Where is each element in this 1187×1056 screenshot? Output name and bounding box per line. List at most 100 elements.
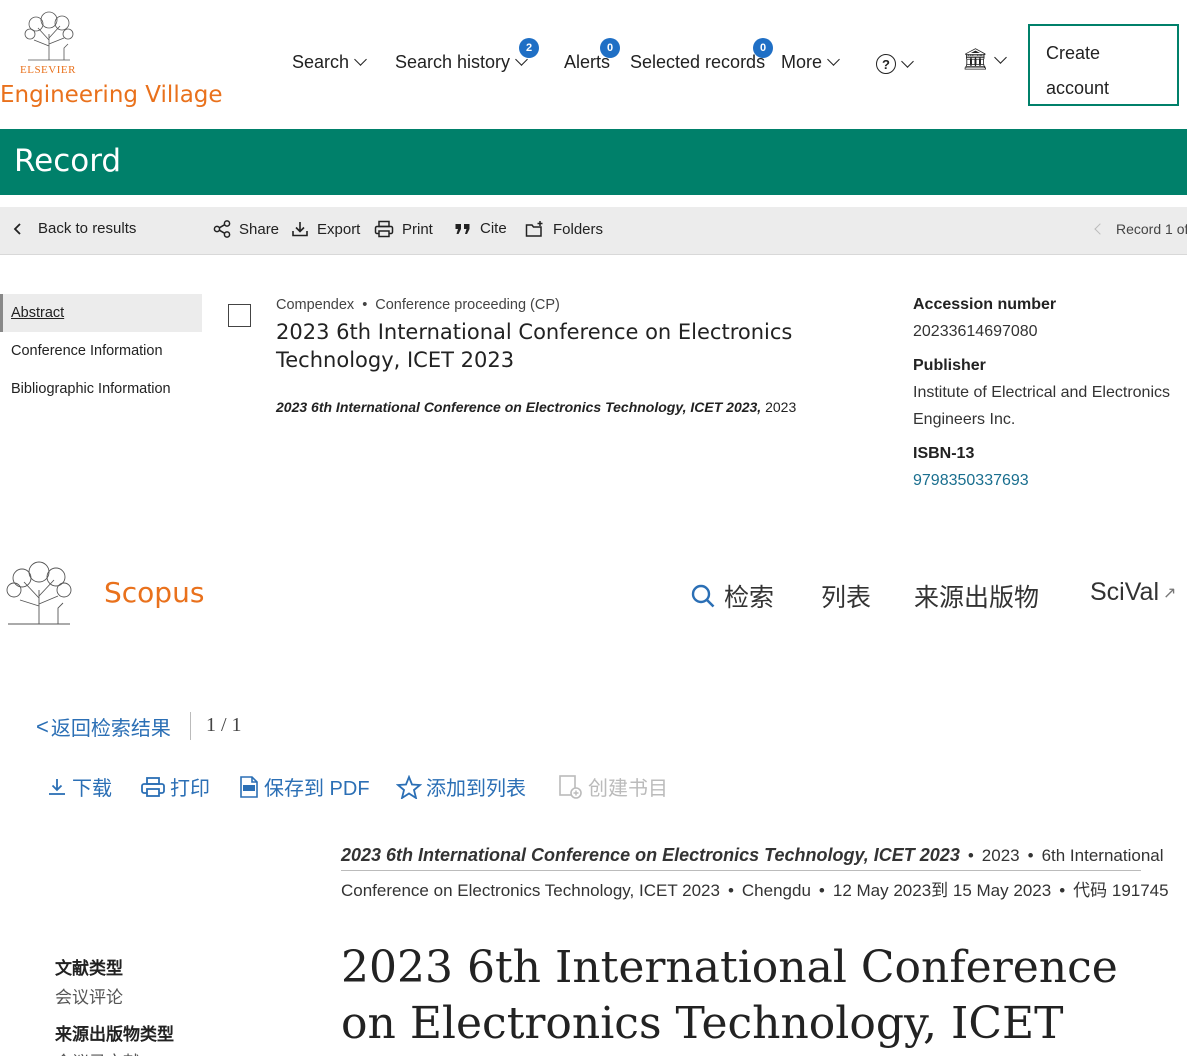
side-nav-bibliographic-information[interactable]: Bibliographic Information xyxy=(0,370,202,408)
quote-icon xyxy=(455,223,470,234)
external-link-icon: ↗ xyxy=(1163,584,1177,602)
scopus-back-label: 返回检索结果 xyxy=(50,718,171,740)
back-to-results-button[interactable]: Back to results xyxy=(12,220,136,237)
nav-institution[interactable]: 🏛 xyxy=(962,48,1007,72)
scopus-add-to-list-button[interactable]: 添加到列表 xyxy=(396,772,526,801)
chevron-down-icon xyxy=(354,53,367,66)
scopus-create-bibliography-button[interactable]: 创建书目 xyxy=(558,772,668,801)
scopus-brand[interactable]: Scopus xyxy=(104,576,204,609)
scopus-conf-name-part2: Conference on Electronics Technology, IC… xyxy=(341,881,720,900)
scopus-download-label: 下载 xyxy=(72,778,112,800)
side-nav-conference-information[interactable]: Conference Information xyxy=(0,332,202,370)
create-account-label-line2: account xyxy=(1046,78,1110,98)
search-icon xyxy=(691,584,715,608)
folders-label: Folders xyxy=(553,220,604,238)
elsevier-wordmark: ELSEVIER xyxy=(20,64,76,76)
scopus-print-label: 打印 xyxy=(170,778,210,800)
scopus-nav-scival[interactable]: SciVal ↗ xyxy=(1090,578,1176,607)
print-button[interactable]: Print xyxy=(374,220,433,238)
engineering-village-brand[interactable]: Engineering Village xyxy=(0,82,223,108)
publisher-value-line2: Engineers Inc. xyxy=(913,411,1016,428)
create-account-button[interactable]: Create account xyxy=(1028,24,1179,106)
record-source: 2023 6th International Conference on Ele… xyxy=(276,399,796,415)
print-icon xyxy=(141,776,165,797)
record-meta: Compendex • Conference proceeding (CP) xyxy=(276,297,560,313)
folder-add-icon xyxy=(525,221,543,237)
chevron-down-icon xyxy=(993,50,1007,64)
nav-more-label: More xyxy=(781,52,823,72)
alerts-count-badge: 0 xyxy=(600,38,620,58)
share-icon xyxy=(213,220,231,238)
chevron-down-icon xyxy=(901,54,914,68)
bibliography-icon xyxy=(559,774,582,799)
scopus-create-bibliography-label: 创建书目 xyxy=(588,778,668,800)
institution-icon: 🏛 xyxy=(962,48,989,71)
isbn-label: ISBN-13 xyxy=(913,445,975,462)
record-details: Accession number 20233614697080 Publishe… xyxy=(913,296,1187,494)
scopus-source-type-label: 来源出版物类型 xyxy=(55,1025,174,1044)
nav-selected-records-label: Selected records xyxy=(630,52,766,72)
scopus-pager: 1 / 1 xyxy=(206,714,242,736)
scopus-nav-search-label: 检索 xyxy=(724,584,775,612)
nav-search-history[interactable]: Search history 2 xyxy=(395,38,539,73)
scopus-conf-dates: 12 May 2023到 15 May 2023 xyxy=(832,881,1052,900)
nav-search-history-label: Search history xyxy=(395,52,511,72)
scopus-source-title[interactable]: 2023 6th International Conference on Ele… xyxy=(341,845,960,865)
scopus-doc-type-label: 文献类型 xyxy=(55,959,123,978)
nav-alerts[interactable]: Alerts 0 xyxy=(564,38,620,73)
scopus-doc-type-value: 会议评论 xyxy=(55,988,123,1007)
share-button[interactable]: Share xyxy=(213,220,279,238)
scopus-source-line1: 2023 6th International Conference on Ele… xyxy=(341,845,1164,865)
scopus-print-button[interactable]: 打印 xyxy=(140,772,210,801)
scopus-conf-name-part1: 6th International xyxy=(1041,846,1164,865)
scopus-nav-scival-label: SciVal xyxy=(1090,578,1160,606)
scopus-source-type-value: 会议录文献 xyxy=(55,1048,140,1056)
selected-records-count-badge: 0 xyxy=(753,38,773,58)
divider xyxy=(190,712,191,740)
print-label: Print xyxy=(402,220,433,238)
chevron-down-icon xyxy=(827,53,840,66)
scopus-nav-search[interactable]: 检索 xyxy=(690,578,774,614)
side-nav-abstract[interactable]: Abstract xyxy=(0,294,202,332)
scopus-source-line2: Conference on Electronics Technology, IC… xyxy=(341,881,1169,900)
create-account-label-line1: Create xyxy=(1046,43,1101,63)
cite-label: Cite xyxy=(480,220,507,237)
scopus-conf-location: Chengdu xyxy=(741,881,811,900)
search-history-count-badge: 2 xyxy=(519,38,539,58)
publisher-value-line1: Institute of Electrical and Electronics xyxy=(913,384,1171,401)
source-year: 2023 xyxy=(765,399,797,415)
scopus-conf-code: 代码 191745 xyxy=(1073,881,1169,900)
pdf-icon xyxy=(240,775,258,798)
source-underline xyxy=(341,870,1141,871)
scopus-back-to-results[interactable]: < 返回检索结果 xyxy=(36,712,171,741)
select-record-checkbox[interactable] xyxy=(228,304,251,327)
export-button[interactable]: Export xyxy=(291,220,360,238)
folders-button[interactable]: Folders xyxy=(525,220,603,238)
scopus-download-button[interactable]: 下载 xyxy=(46,772,112,801)
previous-record-icon[interactable] xyxy=(1094,223,1106,235)
nav-more[interactable]: More xyxy=(781,52,840,73)
nav-search[interactable]: Search xyxy=(292,52,367,73)
nav-help[interactable]: ? xyxy=(876,54,914,74)
isbn-link[interactable]: 9798350337693 xyxy=(913,467,1187,494)
document-type: Conference proceeding (CP) xyxy=(375,297,560,313)
download-icon xyxy=(292,222,308,237)
cite-button[interactable]: Cite xyxy=(454,220,507,237)
accession-number-value: 20233614697080 xyxy=(913,323,1038,340)
download-icon xyxy=(49,778,65,795)
scopus-add-to-list-label: 添加到列表 xyxy=(426,778,526,800)
scopus-document-title: 2023 6th International Conference on Ele… xyxy=(341,942,1118,1056)
scopus-save-pdf-button[interactable]: 保存到 PDF xyxy=(238,772,370,801)
record-counter: Record 1 of xyxy=(1094,221,1187,237)
scopus-panel: Scopus 检索 列表 来源出版物 SciVal ↗ < 返回检索结果 1 /… xyxy=(0,540,1187,1056)
nav-selected-records[interactable]: Selected records 0 xyxy=(630,38,773,73)
page-title: Record xyxy=(14,143,122,179)
publisher-label: Publisher xyxy=(913,357,986,374)
scopus-nav-lists[interactable]: 列表 xyxy=(821,578,871,614)
record-title: 2023 6th International Conference on Ele… xyxy=(276,320,793,372)
nav-search-label: Search xyxy=(292,52,350,72)
print-icon xyxy=(374,220,394,238)
record-side-nav: Abstract Conference Information Bibliogr… xyxy=(0,294,202,408)
database-name: Compendex xyxy=(276,297,355,313)
scopus-nav-sources[interactable]: 来源出版物 xyxy=(914,578,1039,614)
